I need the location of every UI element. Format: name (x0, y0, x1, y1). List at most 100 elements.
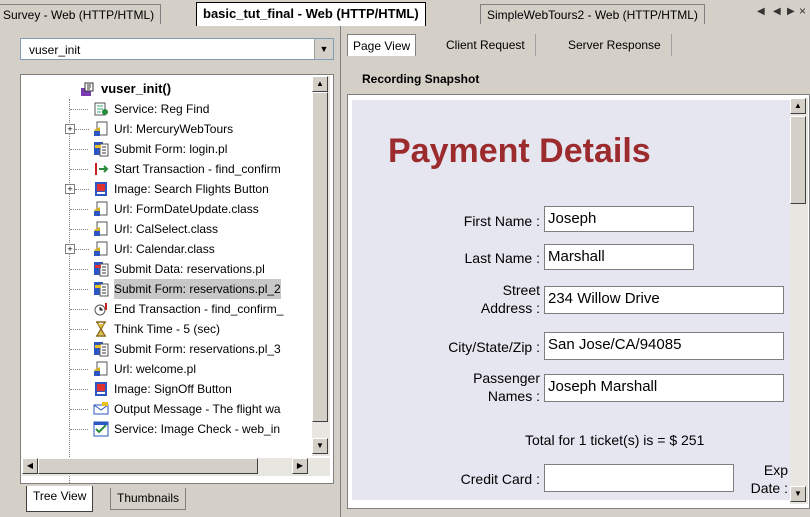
first-name-label: First Name : (463, 213, 540, 229)
tree-item-url-mercurywebtours[interactable]: + Url: MercuryWebTours (21, 119, 311, 139)
submit-form-icon (94, 282, 109, 297)
city-state-zip-field[interactable]: San Jose/CA/94085 (544, 332, 784, 360)
tree-item-label: Submit Form: reservations.pl_3 (114, 342, 281, 356)
tree-item-end-transaction[interactable]: End Transaction - find_confirm_ (21, 299, 311, 319)
expand-icon[interactable]: + (65, 124, 75, 134)
tree-item-service-image-check[interactable]: Service: Image Check - web_in (21, 419, 311, 439)
tree-item-label: Url: FormDateUpdate.class (114, 202, 259, 216)
image-icon (95, 382, 107, 396)
snapshot-scroll-thumb[interactable] (790, 116, 806, 204)
tree-item-url-welcome[interactable]: Url: welcome.pl (21, 359, 311, 379)
tab-simplewebtours2[interactable]: SimpleWebTours2 - Web (HTTP/HTML) (480, 4, 705, 24)
service-icon (94, 102, 108, 116)
tree-item-submit-form-login[interactable]: Submit Form: login.pl (21, 139, 311, 159)
street-address-label-line2: Address : (480, 300, 540, 316)
action-dropdown-value: vuser_init (29, 43, 81, 57)
end-transaction-icon (94, 303, 107, 316)
scroll-left-icon[interactable]: ◀ (22, 458, 38, 474)
tree-item-label: Image: SignOff Button (114, 382, 232, 396)
tab-basic-tut-final[interactable]: basic_tut_final - Web (HTTP/HTML) (196, 2, 426, 26)
scroll-up-icon[interactable]: ▲ (790, 98, 806, 114)
tree-item-submit-form-reservations-3[interactable]: Submit Form: reservations.pl_3 (21, 339, 311, 359)
scroll-down-icon[interactable]: ▼ (790, 486, 806, 502)
image-icon (95, 182, 107, 196)
street-address-field[interactable]: 234 Willow Drive (544, 286, 784, 314)
tree-item-label: Url: Calendar.class (114, 242, 215, 256)
tab-server-response[interactable]: Server Response (558, 34, 672, 56)
tree-item-label: Url: welcome.pl (114, 362, 197, 376)
page-title: Payment Details (388, 132, 651, 170)
chevron-down-icon[interactable]: ▼ (314, 39, 333, 59)
last-name-field[interactable]: Marshall (544, 244, 694, 270)
tree-item-service-reg-find[interactable]: Service: Reg Find (21, 99, 311, 119)
passenger-names-field[interactable]: Joseph Marshall (544, 374, 784, 402)
url-icon (94, 121, 108, 136)
last-name-label: Last Name : (464, 250, 540, 266)
action-icon (81, 82, 94, 96)
first-name-field[interactable]: Joseph (544, 206, 694, 232)
tree-item-image-signoff[interactable]: Image: SignOff Button (21, 379, 311, 399)
tree-item-label: Url: MercuryWebTours (114, 122, 234, 136)
expand-icon[interactable]: + (65, 184, 75, 194)
snapshot-vertical-scrollbar[interactable]: ▲ ▼ (790, 98, 808, 504)
tab-page-view[interactable]: Page View (347, 34, 417, 56)
total-price-text: Total for 1 ticket(s) is = $ 251 (525, 432, 705, 448)
tree-item-label: Submit Form: login.pl (114, 142, 228, 156)
tree-item-label: Think Time - 5 (sec) (114, 322, 221, 336)
credit-card-label: Credit Card : (460, 471, 540, 487)
tree-item-label: Submit Form: reservations.pl_2 (114, 279, 281, 299)
submit-form-icon (94, 342, 109, 357)
tree-item-submit-data[interactable]: Submit Data: reservations.pl (21, 259, 311, 279)
document-tab-strip: Survey - Web (HTTP/HTML) basic_tut_final… (0, 0, 810, 27)
tree-item-start-transaction[interactable]: Start Transaction - find_confirm (21, 159, 311, 179)
tab-client-request[interactable]: Client Request (436, 34, 536, 56)
tree-scroll-thumb[interactable] (312, 92, 328, 422)
tab-next-icon[interactable]: ▶ (787, 6, 795, 17)
url-icon (94, 361, 108, 376)
tree-vertical-scrollbar[interactable]: ▲ ▼ (312, 76, 330, 456)
tree-root[interactable]: vuser_init() (21, 79, 311, 99)
scroll-up-icon[interactable]: ▲ (312, 76, 328, 92)
tree-root-label: vuser_init() (101, 81, 172, 96)
tree-item-label: Image: Search Flights Button (114, 182, 269, 196)
tab-survey[interactable]: Survey - Web (HTTP/HTML) (0, 4, 162, 24)
tree-item-think-time[interactable]: Think Time - 5 (sec) (21, 319, 311, 339)
tree-item-label: End Transaction - find_confirm_ (114, 302, 284, 316)
scroll-right-icon[interactable]: ▶ (292, 458, 308, 474)
tree-item-label: Output Message - The flight wa (114, 402, 281, 416)
tree-hscroll-thumb[interactable] (38, 458, 258, 474)
credit-card-field[interactable] (544, 464, 734, 492)
url-icon (94, 241, 108, 256)
exp-date-label-line2: Date : (750, 480, 788, 496)
tree-item-label: Service: Image Check - web_in (114, 422, 281, 436)
passenger-names-label-line1: Passenger (473, 370, 540, 386)
tab-thumbnails[interactable]: Thumbnails (110, 488, 187, 510)
hourglass-icon (96, 321, 106, 337)
city-state-zip-label: City/State/Zip : (448, 339, 540, 355)
exp-date-label-line1: Exp (763, 462, 788, 478)
output-message-icon (93, 402, 109, 415)
tree-item-url-calselect[interactable]: Url: CalSelect.class (21, 219, 311, 239)
expand-icon[interactable]: + (65, 244, 75, 254)
tree-item-url-calendar[interactable]: + Url: Calendar.class (21, 239, 311, 259)
recording-snapshot-label: Recording Snapshot (362, 72, 480, 86)
tree-item-image-search-flights[interactable]: + Image: Search Flights Button (21, 179, 311, 199)
script-tree: vuser_init() Service: Reg Find + Url: Me… (20, 74, 334, 484)
street-address-label-line1: Street (502, 282, 540, 298)
tree-horizontal-scrollbar[interactable]: ◀ ▶ (22, 458, 330, 476)
close-tab-icon[interactable]: × (799, 4, 806, 18)
submit-data-icon (94, 262, 109, 277)
tree-item-label: Url: CalSelect.class (114, 222, 219, 236)
tree-item-url-formdateupdate[interactable]: Url: FormDateUpdate.class (21, 199, 311, 219)
passenger-names-label-line2: Names : (487, 388, 540, 404)
tree-item-submit-form-reservations-2[interactable]: Submit Form: reservations.pl_2 (21, 279, 311, 299)
url-icon (94, 221, 108, 236)
tree-item-label: Service: Reg Find (114, 102, 210, 116)
action-dropdown[interactable]: vuser_init ▼ (20, 38, 334, 60)
tree-item-output-message[interactable]: Output Message - The flight wa (21, 399, 311, 419)
tab-prev-icon[interactable]: ◀ (773, 6, 781, 17)
tab-first-icon[interactable]: ◀ (757, 6, 765, 17)
tab-tree-view[interactable]: Tree View (26, 486, 94, 512)
scroll-down-icon[interactable]: ▼ (312, 438, 328, 454)
url-icon (94, 201, 108, 216)
